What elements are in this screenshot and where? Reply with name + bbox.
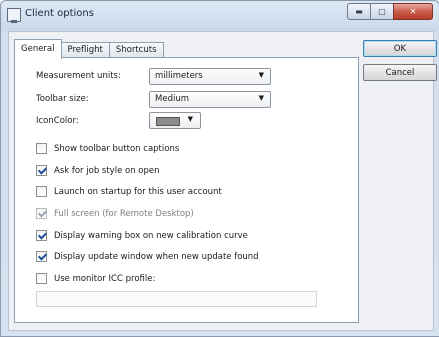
checkbox[interactable] — [36, 165, 47, 176]
color-swatch — [156, 117, 180, 126]
icon-color-label: IconColor: — [36, 116, 79, 126]
checkbox-label: Launch on startup for this user account — [54, 186, 222, 197]
toolbar-size-dropdown[interactable]: Medium ▼ — [149, 91, 271, 108]
ok-button[interactable]: OK — [363, 40, 437, 57]
checkbox-label: Use monitor ICC profile: — [54, 273, 156, 284]
checkbox-label: Display update window when new update fo… — [54, 251, 259, 262]
cancel-button[interactable]: Cancel — [363, 64, 437, 81]
checkbox-row-show-toolbar-captions[interactable]: Show toolbar button captions — [36, 142, 179, 155]
measurement-units-label: Measurement units: — [36, 71, 121, 81]
checkbox-label: Ask for job style on open — [54, 165, 160, 176]
icon-color-picker[interactable]: ▼ — [149, 112, 201, 129]
checkbox-label: Full screen (for Remote Desktop) — [54, 208, 194, 219]
tab-strip: General Preflight Shortcuts — [14, 39, 164, 59]
checkbox-label: Display warning box on new calibration c… — [54, 230, 248, 241]
chevron-down-icon: ▼ — [258, 71, 264, 79]
title-bar[interactable]: Client options ▬ □ ✕ — [1, 1, 439, 31]
tab-preflight[interactable]: Preflight — [60, 42, 110, 58]
toolbar-size-label: Toolbar size: — [36, 94, 89, 104]
window-title: Client options — [25, 8, 94, 19]
checkbox-row-full-screen: Full screen (for Remote Desktop) — [36, 207, 194, 220]
close-icon: ✕ — [409, 7, 417, 16]
chevron-down-icon: ▼ — [187, 115, 193, 123]
checkbox — [36, 208, 47, 219]
caption-buttons: ▬ □ ✕ — [347, 3, 433, 20]
checkbox-row-launch-on-startup[interactable]: Launch on startup for this user account — [36, 185, 222, 198]
app-icon — [7, 8, 21, 23]
checkbox-label: Show toolbar button captions — [54, 143, 180, 154]
maximize-button[interactable]: □ — [370, 3, 394, 20]
chevron-down-icon: ▼ — [258, 94, 264, 102]
checkbox-row-monitor-icc[interactable]: Use monitor ICC profile: — [36, 272, 155, 285]
checkbox[interactable] — [36, 143, 47, 154]
checkbox-row-calibration-warning[interactable]: Display warning box on new calibration c… — [36, 229, 248, 242]
measurement-units-value: millimeters — [155, 71, 203, 81]
measurement-units-dropdown[interactable]: millimeters ▼ — [149, 68, 271, 85]
checkbox[interactable] — [36, 273, 47, 284]
minimize-icon: ▬ — [355, 7, 363, 16]
checkbox[interactable] — [36, 251, 47, 262]
toolbar-size-value: Medium — [155, 94, 189, 104]
checkbox-row-ask-job-style[interactable]: Ask for job style on open — [36, 164, 160, 177]
tab-shortcuts[interactable]: Shortcuts — [108, 42, 164, 58]
maximize-icon: □ — [378, 7, 386, 16]
tab-general[interactable]: General — [14, 39, 62, 59]
checkbox[interactable] — [36, 230, 47, 241]
close-button[interactable]: ✕ — [393, 3, 433, 20]
minimize-button[interactable]: ▬ — [347, 3, 371, 20]
icc-profile-field[interactable] — [36, 291, 317, 307]
checkbox-row-update-window[interactable]: Display update window when new update fo… — [36, 250, 259, 263]
checkbox[interactable] — [36, 186, 47, 197]
